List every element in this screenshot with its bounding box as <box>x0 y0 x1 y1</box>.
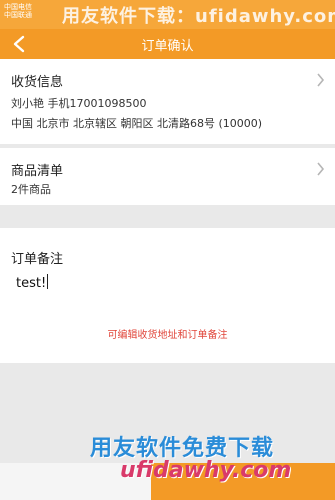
status-bar: 中国电信 中国联通 用友软件下载：ufidawhy.com <box>0 0 335 29</box>
watermark-bottom-url: ufidawhy.com <box>120 458 292 483</box>
chevron-right-icon <box>317 162 325 176</box>
text-cursor <box>47 274 49 289</box>
order-note-value: test! <box>16 276 47 291</box>
page-title: 订单确认 <box>141 39 194 54</box>
order-note-title: 订单备注 <box>11 252 64 267</box>
order-note-section: 订单备注 test! 可编辑收货地址和订单备注 <box>0 228 335 363</box>
edit-hint: 可编辑收货地址和订单备注 <box>107 330 228 341</box>
item-list-title: 商品清单 <box>11 164 64 179</box>
watermark-top: 用友软件下载：ufidawhy.com <box>62 6 335 27</box>
shipping-info-title: 收货信息 <box>11 75 64 90</box>
recipient-line: 刘小艳 手机17001098500 <box>11 97 147 110</box>
order-note-input[interactable]: test! <box>16 274 49 291</box>
nav-bar: 订单确认 <box>0 29 335 59</box>
shipping-info-section[interactable]: 收货信息 刘小艳 手机17001098500 中国 北京市 北京辖区 朝阳区 北… <box>0 59 335 144</box>
item-count: 2件商品 <box>11 183 51 196</box>
item-list-section[interactable]: 商品清单 2件商品 <box>0 148 335 205</box>
chevron-right-icon <box>317 73 325 87</box>
address-line: 中国 北京市 北京辖区 朝阳区 北清路68号 (10000) <box>11 117 263 130</box>
carrier-label: 中国电信 中国联通 <box>4 3 32 19</box>
